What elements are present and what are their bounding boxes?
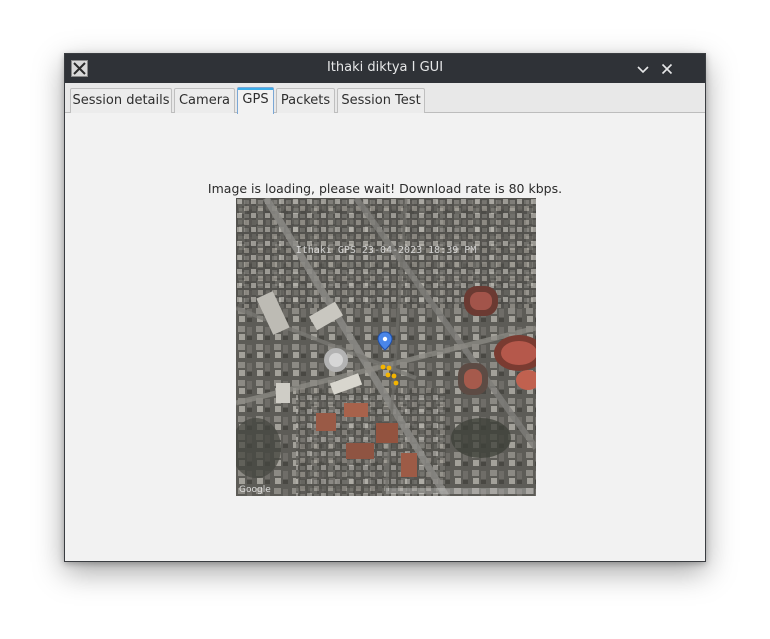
tab-packets[interactable]: Packets bbox=[276, 88, 335, 113]
tab-bar: Session details Camera GPS Packets Sessi… bbox=[65, 83, 705, 114]
tab-camera[interactable]: Camera bbox=[174, 88, 235, 113]
tab-session-test[interactable]: Session Test bbox=[337, 88, 425, 113]
window-title: Ithaki diktya I GUI bbox=[326, 60, 444, 75]
map-brand-logo: Google bbox=[239, 485, 271, 495]
title-bar[interactable]: Ithaki diktya I GUI bbox=[65, 54, 705, 83]
app-window: Ithaki diktya I GUI Session details Came… bbox=[64, 53, 706, 562]
loading-status-text: Image is loading, please wait! Download … bbox=[207, 181, 563, 196]
tab-session-details[interactable]: Session details bbox=[70, 88, 172, 113]
tab-gps[interactable]: GPS bbox=[237, 87, 274, 114]
gps-map-image: Ithaki GPS 23-04-2023 18:39 PM Google bbox=[236, 198, 536, 496]
close-icon[interactable] bbox=[657, 59, 677, 79]
minimize-icon[interactable] bbox=[633, 59, 653, 79]
map-overlay-text: Ithaki GPS 23-04-2023 18:39 PM bbox=[296, 245, 477, 256]
